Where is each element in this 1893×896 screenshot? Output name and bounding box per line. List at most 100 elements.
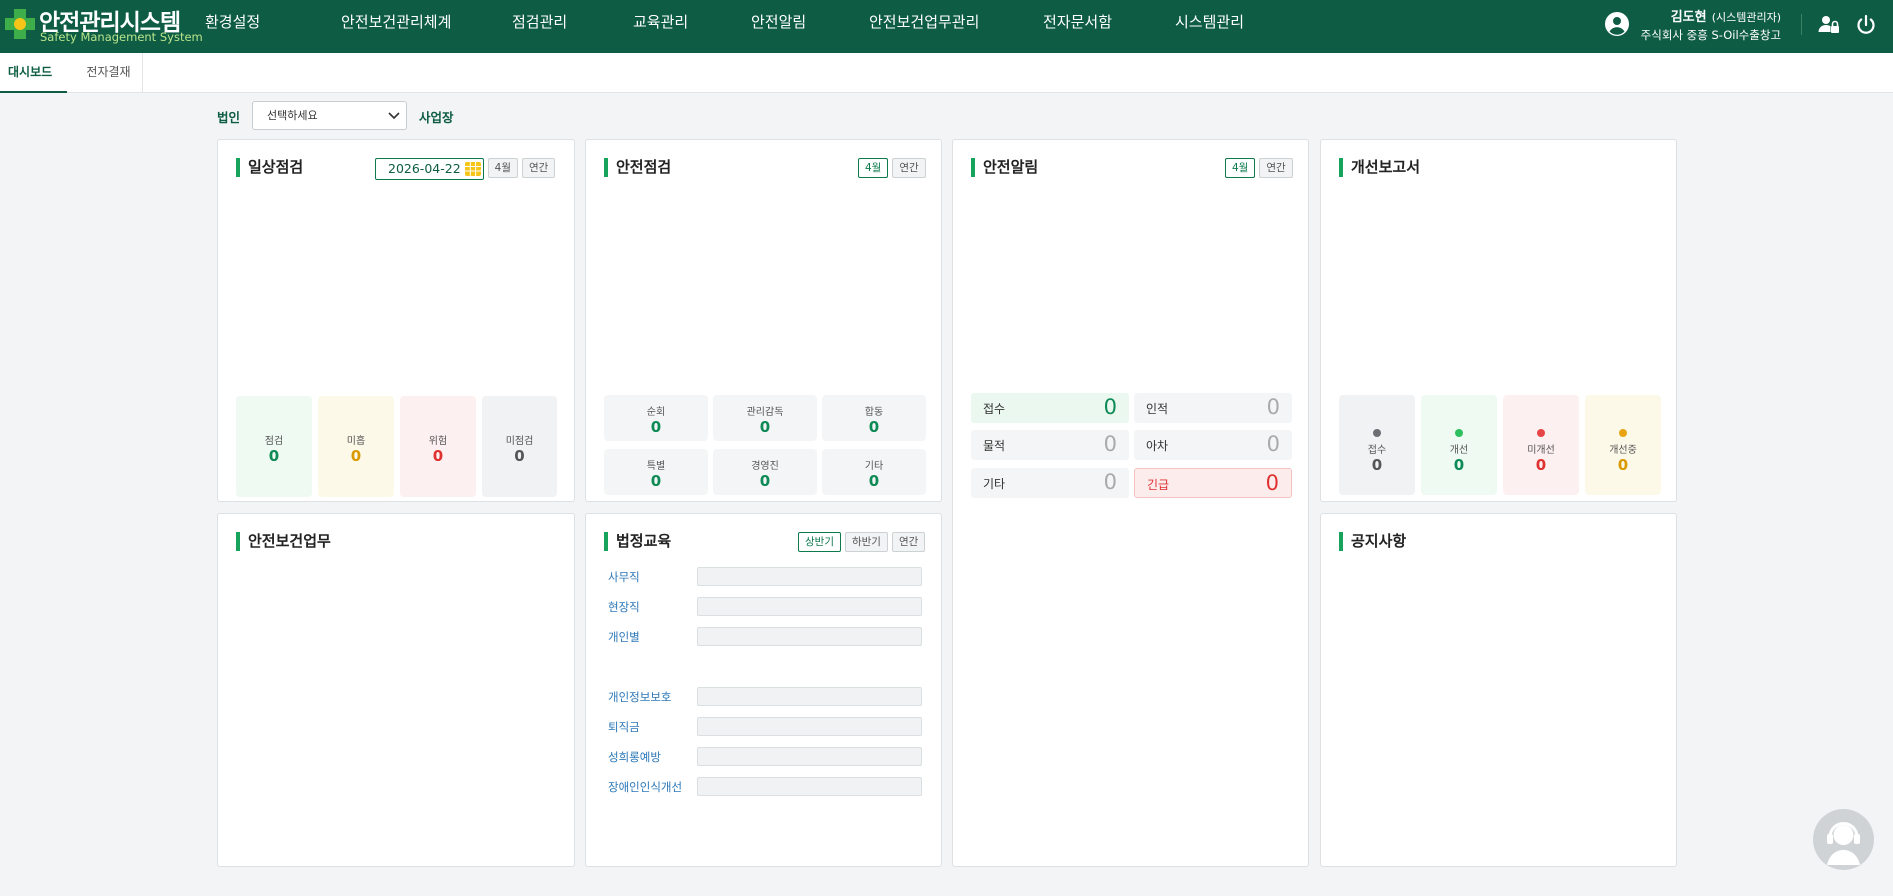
nav-inspection[interactable]: 점검관리 (512, 0, 633, 53)
stat-label: 관리감독 (746, 407, 784, 418)
alarm-label: 아차 (1146, 439, 1169, 453)
user-info[interactable]: 김도현 (시스템관리자) 주식회사 중흥 S-Oil수출창고 (1641, 6, 1781, 43)
safety-alarm-card: 안전알림 4월 연간 접수 0 인적 0 물적 0 아차 0 기타 0 긴급 0 (952, 139, 1309, 867)
card-title: 안전알림 (971, 158, 1038, 177)
logo-cross-icon (5, 9, 35, 39)
alarm-material[interactable]: 물적 0 (971, 430, 1129, 460)
logo[interactable]: 안전관리시스템 Safety Management System (0, 2, 203, 50)
edu-row-label[interactable]: 개인별 (608, 629, 640, 645)
month-button[interactable]: 4월 (487, 158, 518, 178)
edu-progress-bar (697, 747, 922, 766)
tab-e-approval[interactable]: 전자결재 (75, 53, 143, 93)
stat-label: 미점검 (505, 436, 534, 447)
safety-check-period-controls: 4월 연간 (858, 158, 926, 178)
stat-label: 특별 (646, 461, 666, 472)
stat-label: 미흡 (346, 436, 366, 447)
edu-row-label[interactable]: 장애인인식개선 (608, 779, 682, 795)
logo-subtitle: Safety Management System (40, 30, 203, 44)
card-title: 일상점검 (236, 158, 303, 177)
nav-system[interactable]: 시스템관리 (1175, 0, 1275, 53)
edu-row-label[interactable]: 성희롱예방 (608, 749, 661, 765)
stat-other: 기타 0 (822, 449, 926, 495)
stat-value: 0 (650, 418, 662, 436)
alarm-period-controls: 4월 연간 (1225, 158, 1293, 178)
user-role: (시스템관리자) (1711, 11, 1781, 24)
card-title: 안전점검 (604, 158, 671, 177)
stat-danger: 위험 0 (400, 396, 476, 497)
stat-insufficient: 미흡 0 (318, 396, 394, 497)
stat-value: 0 (868, 418, 880, 436)
nav-education[interactable]: 교육관리 (633, 0, 751, 53)
alarm-label: 인적 (1146, 402, 1169, 416)
alarm-label: 긴급 (1147, 478, 1170, 492)
stat-executive: 경영진 0 (713, 449, 817, 495)
tab-dashboard[interactable]: 대시보드 (0, 53, 67, 93)
second-half-button[interactable]: 하반기 (844, 532, 888, 552)
chatbot-button[interactable] (1813, 809, 1874, 870)
nav-safety-alarm[interactable]: 안전알림 (751, 0, 869, 53)
safety-check-card: 안전점검 4월 연간 순회 0 관리감독 0 합동 0 특별 0 경영진 0 기… (585, 139, 942, 502)
alarm-urgent[interactable]: 긴급 0 (1134, 468, 1292, 498)
alarm-label: 기타 (983, 477, 1006, 491)
corp-select[interactable]: 선택하세요 (252, 101, 407, 130)
alarm-value: 0 (1266, 432, 1280, 456)
nav-safety-work[interactable]: 안전보건업무관리 (869, 0, 1043, 53)
year-button[interactable]: 연간 (891, 532, 926, 552)
stat-value: 0 (650, 472, 662, 490)
headset-agent-icon (1827, 822, 1860, 865)
calendar-icon[interactable] (464, 162, 481, 176)
stat-value: 0 (868, 472, 880, 490)
top-divider (1801, 14, 1802, 35)
alarm-label: 물적 (983, 439, 1006, 453)
stat-value: 0 (1535, 456, 1547, 474)
stat-not-improved: 미개선 0 (1503, 395, 1579, 495)
user-lock-icon[interactable] (1818, 14, 1840, 36)
edu-row-label[interactable]: 사무직 (608, 569, 640, 585)
stat-label: 경영진 (751, 461, 779, 472)
year-button[interactable]: 연간 (892, 158, 926, 178)
power-icon[interactable] (1855, 14, 1877, 36)
improvement-report-card: 개선보고서 접수 0 개선 0 미개선 0 개선중 0 (1320, 139, 1677, 502)
edu-progress-bar (697, 627, 922, 646)
stat-label: 점검 (264, 436, 284, 447)
chevron-down-icon (388, 112, 400, 120)
alarm-human[interactable]: 인적 0 (1134, 393, 1292, 423)
user-circle-icon[interactable] (1605, 12, 1629, 36)
edu-row-label[interactable]: 퇴직금 (608, 719, 640, 735)
safety-work-card: 안전보건업무 (217, 513, 575, 867)
stat-label: 미개선 (1527, 445, 1555, 456)
stat-value: 0 (350, 447, 362, 465)
month-button[interactable]: 4월 (1225, 158, 1256, 178)
edu-row-label[interactable]: 개인정보보호 (608, 689, 671, 705)
nav-e-documents[interactable]: 전자문서함 (1043, 0, 1175, 53)
stat-supervision: 관리감독 0 (713, 395, 817, 441)
stat-special: 특별 0 (604, 449, 708, 495)
alarm-near-miss[interactable]: 아차 0 (1134, 430, 1292, 460)
nav-safety-system[interactable]: 안전보건관리체계 (341, 0, 512, 53)
alarm-value: 0 (1103, 470, 1117, 494)
stat-label: 기타 (864, 461, 884, 472)
alarm-value: 0 (1266, 395, 1280, 419)
alarm-received[interactable]: 접수 0 (971, 393, 1129, 423)
stat-value: 0 (759, 418, 771, 436)
card-title: 공지사항 (1339, 532, 1406, 551)
status-dot-icon (1619, 429, 1627, 437)
year-button[interactable]: 연간 (522, 158, 556, 178)
stat-value: 0 (759, 472, 771, 490)
stat-label: 개선 (1449, 445, 1469, 456)
stat-value: 0 (1453, 456, 1465, 474)
month-button[interactable]: 4월 (858, 158, 889, 178)
nav-env-settings[interactable]: 환경설정 (205, 0, 341, 53)
status-dot-icon (1373, 429, 1381, 437)
date-picker[interactable]: 2026-04-22 (375, 158, 484, 180)
site-label: 사업장 (419, 110, 454, 125)
edu-row-label[interactable]: 현장직 (608, 599, 640, 615)
first-half-button[interactable]: 상반기 (798, 532, 841, 552)
edu-progress-bar (697, 597, 922, 616)
alarm-other[interactable]: 기타 0 (971, 468, 1129, 498)
edu-progress-bar (697, 777, 922, 796)
year-button[interactable]: 연간 (1259, 158, 1293, 178)
corp-select-value: 선택하세요 (267, 109, 318, 122)
card-title: 개선보고서 (1339, 158, 1420, 177)
main-nav: 환경설정 안전보건관리체계 점검관리 교육관리 안전알림 안전보건업무관리 전자… (205, 0, 1275, 53)
